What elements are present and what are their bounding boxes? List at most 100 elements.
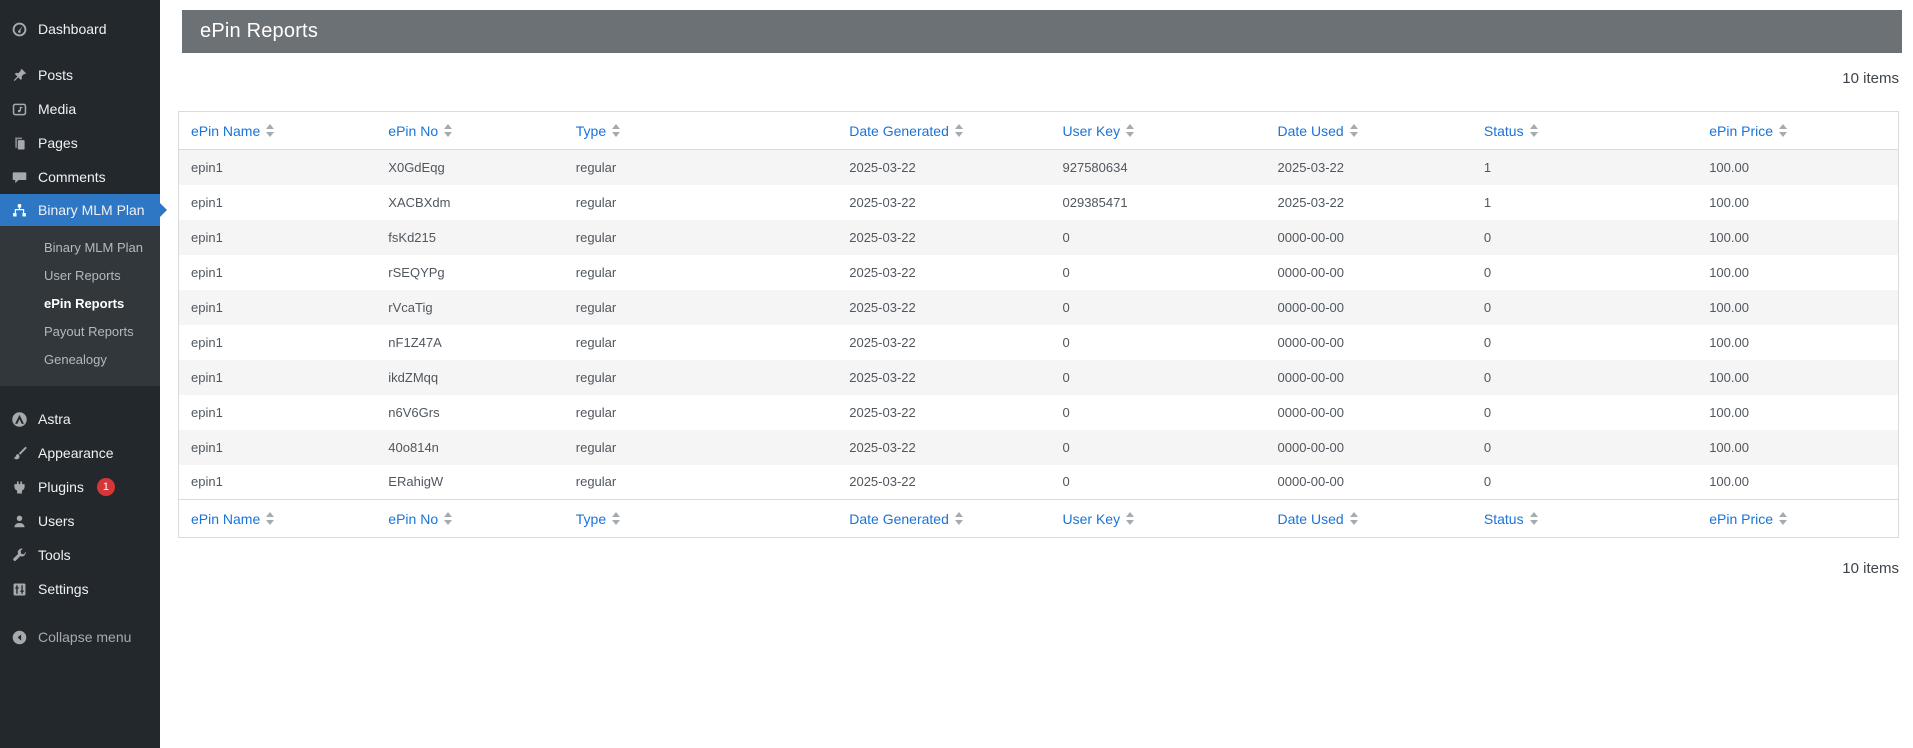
cell-epin-no: ERahigW [388, 474, 444, 490]
submenu-item-user-reports[interactable]: User Reports [0, 262, 160, 290]
submenu-item-epin-reports[interactable]: ePin Reports [0, 290, 160, 318]
settings-sliders-icon [9, 579, 29, 599]
column-header[interactable]: ePin No [376, 499, 564, 538]
wordpress-admin-screen: Dashboard Posts Media Pages Comments Bin… [0, 0, 1913, 748]
sidebar-item-label: Plugins [38, 479, 84, 495]
cell-date-generated: 2025-03-22 [849, 299, 916, 315]
sort-icon [444, 512, 453, 525]
cell-date-generated: 2025-03-22 [849, 369, 916, 385]
submenu-item-binary-mlm-plan[interactable]: Binary MLM Plan [0, 234, 160, 262]
sort-icon [1126, 512, 1135, 525]
dashboard-icon [9, 19, 29, 39]
cell-epin-price: 100.00 [1709, 369, 1749, 385]
sidebar-item-label: Comments [38, 169, 106, 185]
sort-icon [1529, 512, 1538, 525]
column-header-label: ePin No [388, 510, 439, 527]
plugin-icon [9, 477, 29, 497]
cell-epin-name: epin1 [191, 334, 223, 350]
cell-date-generated: 2025-03-22 [849, 439, 916, 455]
sidebar-item-label: Astra [38, 411, 71, 427]
table-header: ePin Name ePin No Type Date Generated Us… [178, 111, 1899, 150]
cell-date-used: 0000-00-00 [1277, 229, 1345, 245]
column-header[interactable]: Type [563, 499, 838, 538]
collapse-menu-button[interactable]: Collapse menu [0, 620, 160, 654]
sidebar-item-media[interactable]: Media [0, 92, 160, 126]
column-header[interactable]: ePin Name [178, 111, 377, 150]
sort-icon [1779, 512, 1788, 525]
sidebar-item-label: Appearance [38, 445, 114, 461]
cell-type: regular [575, 194, 617, 210]
column-header-label: Date Used [1277, 510, 1344, 527]
items-count-top: 10 items [1842, 70, 1899, 87]
column-header[interactable]: Date Used [1265, 111, 1472, 150]
cell-date-generated: 2025-03-22 [849, 229, 916, 245]
column-header[interactable]: Date Generated [837, 111, 1051, 150]
column-header-label: User Key [1062, 122, 1121, 139]
column-header[interactable]: User Key [1050, 499, 1266, 538]
sidebar-item-pages[interactable]: Pages [0, 126, 160, 160]
cell-user-key: 029385471 [1062, 194, 1128, 210]
cell-status: 0 [1483, 439, 1492, 455]
column-header[interactable]: Date Generated [837, 499, 1051, 538]
sidebar-item-tools[interactable]: Tools [0, 538, 160, 572]
cell-status: 0 [1483, 334, 1492, 350]
submenu-item-genealogy[interactable]: Genealogy [0, 346, 160, 374]
plugins-update-badge: 1 [96, 478, 115, 496]
column-header-label: Date Generated [849, 510, 949, 527]
cell-date-generated: 2025-03-22 [849, 194, 916, 210]
sort-icon [1349, 512, 1358, 525]
column-header[interactable]: User Key [1050, 111, 1266, 150]
column-header[interactable]: ePin No [376, 111, 564, 150]
table-row: epin1 XACBXdm regular 2025-03-22 0293854… [179, 185, 1899, 220]
cell-epin-name: epin1 [191, 299, 223, 315]
sidebar-item-label: Pages [38, 135, 78, 151]
column-header-label: Status [1483, 122, 1524, 139]
sort-icon [954, 124, 963, 137]
cell-user-key: 0 [1062, 474, 1070, 490]
table-row: epin1 ERahigW regular 2025-03-22 0 0000-… [179, 465, 1899, 500]
submenu-item-payout-reports[interactable]: Payout Reports [0, 318, 160, 346]
cell-epin-price: 100.00 [1709, 474, 1749, 490]
column-header[interactable]: ePin Price [1697, 499, 1899, 538]
comments-icon [9, 167, 29, 187]
sort-icon [612, 512, 621, 525]
cell-type: regular [575, 334, 617, 350]
cell-date-used: 2025-03-22 [1277, 194, 1345, 210]
user-icon [9, 511, 29, 531]
cell-type: regular [575, 439, 617, 455]
column-header[interactable]: Date Used [1265, 499, 1472, 538]
column-header-label: Status [1483, 510, 1524, 527]
cell-date-generated: 2025-03-22 [849, 474, 916, 490]
cell-epin-name: epin1 [191, 159, 223, 175]
sidebar-item-binary-mlm-plan[interactable]: Binary MLM Plan [0, 194, 167, 226]
sidebar-item-astra[interactable]: Astra [0, 402, 160, 436]
column-header[interactable]: Type [563, 111, 838, 150]
column-header[interactable]: ePin Name [178, 499, 377, 538]
table-row: epin1 ikdZMqq regular 2025-03-22 0 0000-… [178, 359, 1899, 395]
sidebar-item-users[interactable]: Users [0, 504, 160, 538]
column-header[interactable]: Status [1471, 111, 1698, 150]
sidebar-item-posts[interactable]: Posts [0, 58, 160, 92]
column-header[interactable]: Status [1471, 499, 1698, 538]
cell-date-generated: 2025-03-22 [849, 159, 916, 175]
sidebar-item-dashboard[interactable]: Dashboard [0, 12, 160, 46]
cell-type: regular [575, 299, 617, 315]
sidebar-item-comments[interactable]: Comments [0, 160, 160, 194]
sidebar-item-label: Posts [38, 67, 74, 83]
sidebar-item-settings[interactable]: Settings [0, 572, 160, 606]
sort-icon [612, 124, 621, 137]
cell-status: 0 [1483, 264, 1492, 280]
cell-type: regular [575, 474, 617, 490]
cell-status: 0 [1483, 229, 1492, 245]
cell-epin-price: 100.00 [1709, 299, 1749, 315]
page-header-bar: ePin Reports [182, 10, 1902, 53]
cell-date-generated: 2025-03-22 [849, 334, 916, 350]
sidebar-item-appearance[interactable]: Appearance [0, 436, 160, 470]
cell-user-key: 0 [1062, 439, 1070, 455]
page-title: ePin Reports [200, 20, 319, 42]
sidebar-item-label: Settings [38, 581, 89, 597]
sidebar-item-label: Media [38, 101, 77, 117]
sidebar-item-plugins[interactable]: Plugins 1 [0, 470, 160, 504]
column-header-label: Date Generated [849, 122, 949, 139]
column-header[interactable]: ePin Price [1697, 111, 1899, 150]
